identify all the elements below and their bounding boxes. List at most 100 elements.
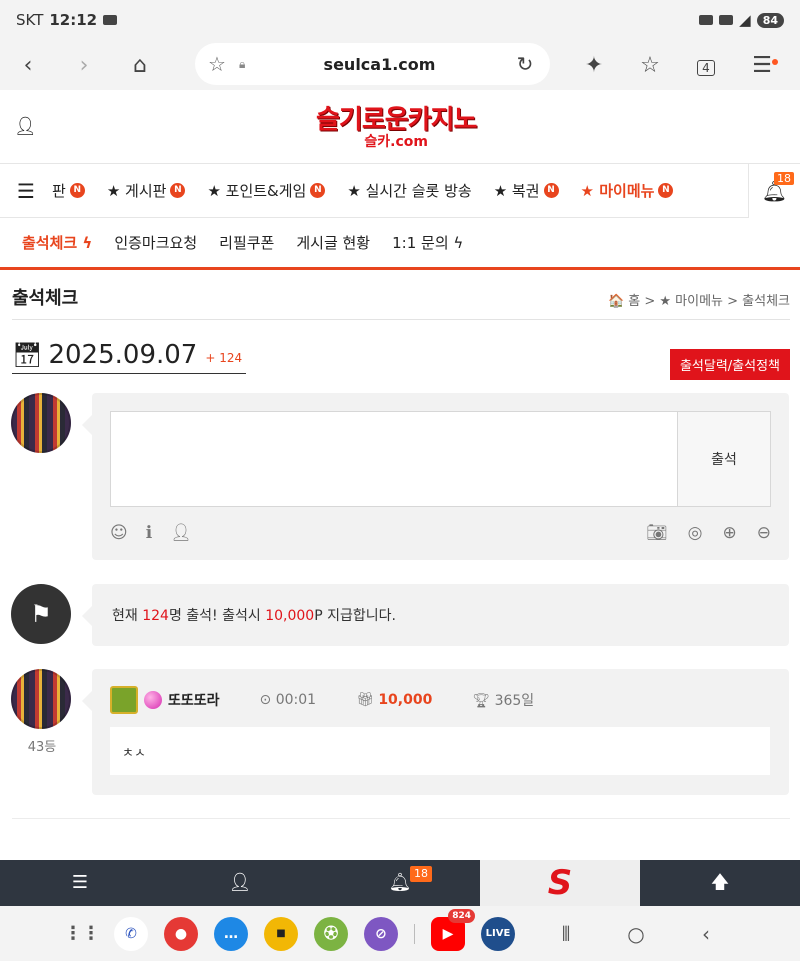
- subnav-inquiry[interactable]: 1:1 문의 ϟ: [392, 232, 463, 253]
- reload-icon[interactable]: ↻: [500, 52, 550, 76]
- scroll-top-button[interactable]: 🡅: [640, 860, 800, 906]
- info-icon[interactable]: ℹ: [146, 523, 152, 543]
- game-app-icon[interactable]: ■: [264, 916, 298, 951]
- attendance-entry: 또또또라 ⊙ 00:01 🎁︎ 10,000 🏆︎ 365일 ㅊㅅ: [82, 669, 789, 795]
- notice-text: P 지급합니다.: [314, 608, 396, 624]
- home-key-icon[interactable]: ○: [601, 922, 671, 946]
- hamburger-icon: ☰: [71, 872, 89, 893]
- hamburger-icon[interactable]: ☰: [0, 179, 52, 203]
- back-button[interactable]: ‹: [0, 53, 56, 78]
- menu-button[interactable]: ☰: [734, 53, 790, 78]
- browser-app-icon[interactable]: ⊘: [364, 916, 398, 951]
- nav-item-my-menu[interactable]: ★ 마이메뉴 N: [581, 180, 674, 201]
- subnav-attendance[interactable]: 출석체크 ϟ: [22, 232, 92, 253]
- sparkle-icon: ✦: [584, 52, 604, 78]
- comment-textarea[interactable]: [110, 411, 678, 507]
- battery-indicator: 84: [756, 12, 784, 28]
- recents-key-icon[interactable]: ⦀: [531, 922, 601, 946]
- nav-item-pan[interactable]: 판N: [52, 180, 85, 201]
- forward-button[interactable]: ›: [56, 53, 112, 78]
- nav-item-board[interactable]: ★ 게시판 N: [107, 180, 186, 201]
- entry-points: 🎁︎ 10,000: [356, 692, 432, 708]
- attendee-count: 124: [142, 608, 169, 624]
- nav-label: ★ 게시판: [106, 182, 167, 200]
- tabs-button[interactable]: 4: [678, 53, 734, 78]
- ball-app-icon[interactable]: ⚽︎: [314, 916, 348, 951]
- bottom-nav: ☰ 👤︎ 🔔︎ 18 S 🡅: [0, 860, 800, 906]
- live-score-app-icon[interactable]: LIVE score: [481, 916, 515, 951]
- subnav-post-status[interactable]: 게시글 현황: [296, 232, 370, 253]
- calendar-policy-button[interactable]: 출석달력/출석정책: [669, 349, 790, 380]
- contacts-app-icon[interactable]: ●: [164, 916, 198, 951]
- phone-app-icon[interactable]: ✆: [114, 916, 148, 951]
- attendance-notice: 현재 124명 출석! 출석시 10,000P 지급합니다.: [82, 584, 789, 646]
- lock-icon: 🔒︎: [239, 56, 246, 71]
- notice-text: 명 출석! 출석시: [168, 608, 266, 624]
- bell-icon: 🔔︎: [388, 872, 412, 893]
- site-header: 👤︎ 슬기로운카지노 슬카.com: [0, 90, 800, 164]
- bookmark-icon: ☆: [640, 52, 660, 78]
- flag-icon: ⚑: [11, 584, 71, 644]
- nav-item-live-slot[interactable]: ★ 실시간 슬롯 방송: [347, 180, 471, 201]
- address-bar[interactable]: ☆ 🔒︎ seulca1.com ↻: [195, 43, 550, 85]
- new-badge: N: [310, 183, 326, 198]
- logo-title: 슬기로운카지노: [316, 105, 477, 135]
- attendance-date: 2025.09.07: [48, 339, 198, 370]
- update-dot-icon: [772, 58, 778, 65]
- divider: [12, 818, 790, 819]
- main-nav: ☰ 판N ★ 게시판 N ★ 포인트&게임 N ★ 실시간 슬롯 방송 ★ 복권 N …: [0, 164, 800, 218]
- status-bar: SKT 12:12 ◢ 84: [0, 0, 800, 40]
- back-key-icon[interactable]: ‹: [671, 922, 741, 946]
- trophy-icon: 🏆︎: [472, 693, 495, 709]
- attendance-count-badge: + 124: [205, 350, 243, 365]
- user-icon[interactable]: 👤︎: [170, 523, 192, 543]
- tabs-icon: 4: [697, 59, 715, 76]
- youtube-app-icon[interactable]: ▶ 824: [431, 908, 475, 951]
- username[interactable]: 또또또라: [168, 690, 220, 710]
- data-status-icon: [699, 15, 714, 25]
- bottom-user-button[interactable]: 👤︎: [160, 860, 320, 906]
- divider: [414, 923, 415, 944]
- nav-label: ★ 실시간 슬롯 방송: [347, 182, 472, 200]
- camera-icon[interactable]: 📷︎: [646, 523, 668, 543]
- compass-icon[interactable]: ◎: [688, 523, 703, 543]
- site-logo[interactable]: 슬기로운카지노 슬카.com: [316, 105, 477, 150]
- notification-button[interactable]: 🔔︎ 18: [748, 164, 800, 218]
- sub-nav: 출석체크 ϟ 인증마크요청 리필쿠폰 게시글 현황 1:1 문의 ϟ: [0, 218, 800, 270]
- youtube-badge: 824: [448, 908, 475, 923]
- minus-circle-icon[interactable]: ⊖: [757, 523, 771, 543]
- bottom-notification-button[interactable]: 🔔︎ 18: [320, 860, 480, 906]
- entry-comment: ㅊㅅ: [110, 727, 770, 775]
- url-text[interactable]: seulca1.com: [259, 55, 500, 74]
- attend-submit-button[interactable]: 출석: [677, 411, 771, 507]
- bookmarks-button[interactable]: ☆: [622, 53, 678, 78]
- logo-subtitle: 슬카.com: [364, 134, 429, 150]
- reward-points: 10,000: [265, 608, 315, 624]
- gift-icon: 🎁︎: [356, 692, 379, 708]
- bookmark-star-icon[interactable]: ☆: [195, 52, 239, 76]
- bottom-logo-button[interactable]: S: [480, 860, 640, 906]
- new-badge: N: [543, 183, 559, 198]
- home-button[interactable]: ⌂: [112, 53, 168, 78]
- plus-circle-icon[interactable]: ⊕: [723, 523, 737, 543]
- nav-item-points-game[interactable]: ★ 포인트&게임 N: [207, 180, 326, 201]
- bottom-menu-button[interactable]: ☰: [0, 860, 160, 906]
- attendance-form: 출석 ☺ ℹ 👤︎ 📷︎ ◎ ⊕ ⊖: [82, 393, 789, 560]
- date-header: 📅︎ 2025.09.07 + 124: [12, 336, 246, 374]
- rank-label: 43등: [27, 740, 57, 755]
- emoji-icon[interactable]: ☺: [110, 523, 128, 543]
- messages-app-icon[interactable]: …: [214, 916, 248, 951]
- subnav-refill-coupon[interactable]: 리필쿠폰: [219, 232, 274, 253]
- subnav-cert-mark[interactable]: 인증마크요청: [114, 232, 197, 253]
- page-title: 출석체크: [12, 288, 79, 309]
- nav-label: 판: [52, 182, 66, 200]
- breadcrumb[interactable]: 🏠 홈 > ★ 마이메뉴 > 출석체크: [608, 290, 790, 309]
- ai-assistant-button[interactable]: ✦: [566, 53, 622, 78]
- youtube-status-icon: [103, 15, 118, 25]
- avatar[interactable]: [11, 669, 71, 729]
- app-drawer-icon[interactable]: ⋮⋮: [64, 917, 100, 951]
- user-icon[interactable]: 👤︎: [14, 116, 37, 137]
- browser-toolbar: ‹ › ⌂ ☆ 🔒︎ seulca1.com ↻ ✦ ☆ 4 ☰: [0, 40, 800, 90]
- entry-days: 🏆︎ 365일: [472, 690, 534, 710]
- nav-item-lottery[interactable]: ★ 복권 N: [494, 180, 559, 201]
